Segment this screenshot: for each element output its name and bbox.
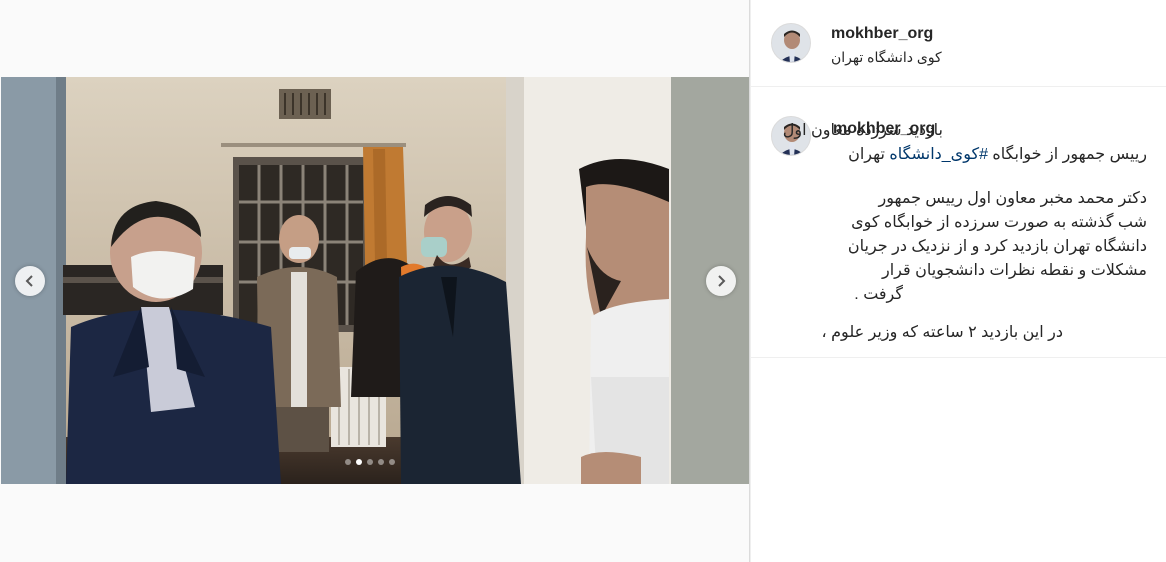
caption-paragraph-line: دکتر محمد مخبر معاون اول رییس جمهور	[878, 190, 1147, 207]
caption-paragraph-line: گرفت .	[854, 286, 903, 303]
hashtag-link[interactable]: #کوی_دانشگاه	[889, 146, 988, 163]
caption-paragraph-line: شب گذشته به صورت سرزده از خوابگاه کوی	[851, 214, 1147, 231]
chevron-left-icon	[25, 275, 33, 287]
caption-paragraph-line: در این بازدید ۲ ساعته که وزیر علوم ،	[821, 324, 1063, 341]
caption-text: تهران	[848, 146, 885, 163]
post-header: mokhber_org کوی دانشگاه تهران	[751, 0, 1166, 87]
caption-paragraph-line: دانشگاه تهران بازدید کرد و از نزدیک در ج…	[847, 238, 1147, 255]
caption-paragraph-line: مشکلات و نقطه نظرات دانشجویان قرار	[881, 262, 1147, 279]
carousel-next-button[interactable]	[706, 266, 736, 296]
post-photo[interactable]	[1, 77, 749, 484]
carousel-dot	[378, 459, 384, 465]
avatar[interactable]	[771, 23, 811, 63]
caption-text: رییس جمهور از خوابگاه	[992, 146, 1147, 163]
caption-line-1: بازدید سرزده معاون اول	[782, 122, 943, 139]
chevron-right-icon	[718, 275, 726, 287]
post-location[interactable]: کوی دانشگاه تهران	[831, 49, 942, 66]
carousel-dot	[345, 459, 351, 465]
carousel-dot	[389, 459, 395, 465]
post-author-username[interactable]: mokhber_org	[831, 25, 933, 43]
profile-photo-icon	[772, 24, 810, 62]
media-pane	[0, 0, 750, 562]
caption-section: mokhber_org بازدید سرزده معاون اول رییس …	[751, 88, 1166, 358]
caption-line-2: رییس جمهور از خوابگاه #کوی_دانشگاه تهران	[848, 144, 1147, 164]
carousel-indicator	[345, 459, 395, 465]
carousel-prev-button[interactable]	[15, 266, 45, 296]
carousel-dot-active	[356, 459, 362, 465]
carousel-dot	[367, 459, 373, 465]
post-details-pane: mokhber_org کوی دانشگاه تهران mokhber_or…	[750, 0, 1166, 562]
photo-illustration	[1, 77, 749, 484]
